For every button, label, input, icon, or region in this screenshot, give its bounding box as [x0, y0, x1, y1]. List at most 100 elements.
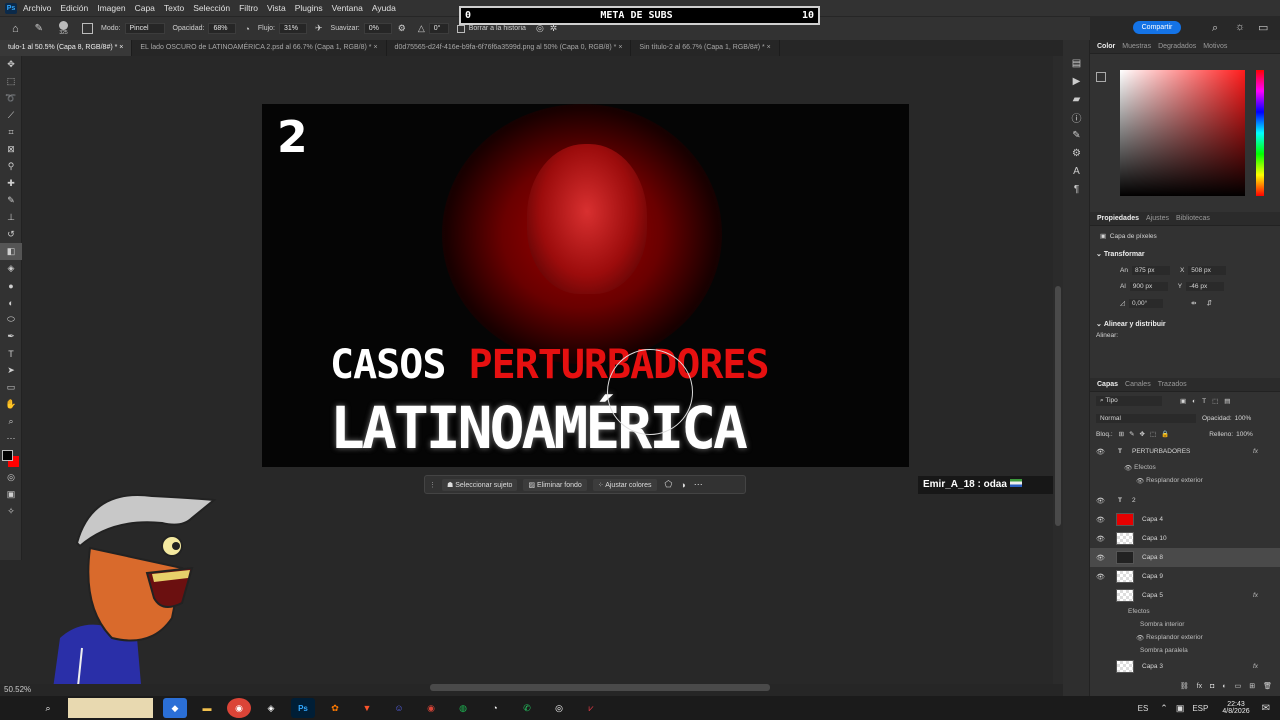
smoothing-input[interactable]: 0% — [363, 23, 392, 34]
search-taskbar-icon[interactable]: ⌕ — [36, 698, 60, 718]
height-input[interactable]: 900 px — [1129, 281, 1168, 291]
tab-adjustments[interactable]: Ajustes — [1146, 215, 1169, 222]
filter-shape-icon[interactable]: ⬚ — [1212, 397, 1218, 405]
layer-row[interactable]: 👁 T 2 — [1090, 491, 1280, 510]
opacity-input[interactable]: 68% — [208, 23, 237, 34]
chrome-profile-icon[interactable]: ◉ — [419, 698, 443, 718]
layer-kind-select[interactable]: ⌕ Tipo — [1096, 396, 1162, 406]
more-options-icon[interactable]: ⋯ — [694, 479, 703, 490]
adjust-colors-button[interactable]: ⁘ Ajustar colores — [592, 478, 657, 491]
align-section[interactable]: ⌄ Alinear y distribuir — [1090, 316, 1280, 332]
fill-input[interactable]: 100% — [1236, 431, 1253, 438]
generative-icon[interactable]: ✧ — [0, 503, 22, 520]
spotify-icon[interactable]: ◍ — [451, 698, 475, 718]
adjustment-layer-icon[interactable]: ◐ — [1222, 683, 1226, 690]
visibility-eye-icon[interactable]: 👁 — [1096, 535, 1108, 543]
close-icon[interactable]: × — [618, 44, 622, 51]
visibility-off-box[interactable]: ▫ — [1096, 592, 1108, 599]
stamp-tool-icon[interactable]: ⊥ — [0, 209, 22, 226]
effect-row[interactable]: Sombra paralela — [1090, 644, 1280, 657]
mode-select[interactable]: Pincel — [124, 23, 165, 34]
zoom-tool-icon[interactable]: ⌕ — [0, 413, 22, 430]
y-input[interactable]: -46 px — [1186, 281, 1225, 291]
lock-all-icon[interactable]: 🔒 — [1161, 430, 1169, 438]
tab-document-1[interactable]: tulo-1 al 50.5% (Capa 8, RGB/8#) * × — [0, 40, 133, 56]
menu-texto[interactable]: Texto — [164, 3, 184, 13]
blend-mode-select[interactable]: Normal — [1096, 413, 1196, 423]
effect-row[interactable]: Sombra interior — [1090, 618, 1280, 631]
actions-panel-icon[interactable]: ▶ — [1063, 72, 1090, 90]
menu-ayuda[interactable]: Ayuda — [372, 3, 396, 13]
tab-gradients[interactable]: Degradados — [1158, 43, 1196, 50]
keyboard-layout[interactable]: ESP — [1192, 704, 1208, 713]
healing-tool-icon[interactable]: ✚ — [0, 175, 22, 192]
frame-tool-icon[interactable]: ⊠ — [0, 141, 22, 158]
menu-filtro[interactable]: Filtro — [239, 3, 258, 13]
tab-libraries[interactable]: Bibliotecas — [1176, 215, 1210, 222]
vertical-scrollbar[interactable] — [1053, 56, 1063, 684]
copilot-icon[interactable]: ◆ — [163, 698, 187, 718]
color-picker-field[interactable] — [1120, 70, 1245, 196]
close-icon[interactable]: × — [119, 44, 123, 51]
type-tool-icon[interactable]: T — [0, 345, 22, 362]
marquee-tool-icon[interactable]: ⬚ — [0, 73, 22, 90]
layer-row[interactable]: 👁 Capa 4 — [1090, 510, 1280, 529]
lasso-tool-icon[interactable]: ➰ — [0, 90, 22, 107]
layer-row[interactable]: ▫ Capa 3 fx — [1090, 657, 1280, 676]
filter-pixel-icon[interactable]: ▣ — [1180, 397, 1186, 405]
chrome-icon[interactable]: ◉ — [227, 698, 251, 718]
search-highlight-image[interactable] — [68, 698, 153, 718]
brushes-panel-icon[interactable]: ✎ — [1063, 126, 1090, 144]
visibility-eye-icon[interactable]: 👁 — [1096, 516, 1108, 524]
tab-document-4[interactable]: Sin título-2 al 66.7% (Capa 1, RGB/8#) *… — [631, 40, 780, 56]
lock-artboard-icon[interactable]: ⬚ — [1150, 430, 1156, 438]
lightbulb-icon[interactable]: ☼ — [1235, 21, 1245, 33]
eye-small-icon[interactable]: 👁 — [1136, 477, 1144, 485]
visibility-eye-icon[interactable]: 👁 — [1096, 497, 1108, 505]
paragraph-panel-icon[interactable]: ¶ — [1063, 180, 1090, 198]
angle-input[interactable]: 0° — [428, 23, 449, 34]
effect-row[interactable]: Efectos — [1090, 605, 1280, 618]
fx-icon[interactable]: fx — [1197, 683, 1202, 690]
filter-adjust-icon[interactable]: ◐ — [1192, 398, 1196, 405]
steam-icon[interactable]: ◔ — [483, 698, 507, 718]
width-input[interactable]: 875 px — [1131, 265, 1170, 275]
filter-smart-icon[interactable]: ▤ — [1224, 397, 1230, 405]
discord-icon[interactable]: ☺ — [387, 698, 411, 718]
adjustment-icon[interactable]: ◑ — [680, 480, 685, 490]
tab-properties[interactable]: Propiedades — [1097, 215, 1139, 222]
menu-vista[interactable]: Vista — [267, 3, 286, 13]
group-icon[interactable]: ▭ — [1235, 682, 1242, 690]
rectangle-tool-icon[interactable]: ▭ — [0, 379, 22, 396]
layer-row[interactable]: 👁 T PERTURBADORES fx — [1090, 442, 1280, 461]
select-subject-button[interactable]: ☗ Seleccionar sujeto — [442, 478, 518, 491]
share-button[interactable]: Compartir — [1133, 21, 1181, 34]
layer-row[interactable]: 👁 Capa 9 — [1090, 567, 1280, 586]
lock-pixels-icon[interactable]: ⊞ — [1119, 430, 1124, 438]
horizontal-scroll-thumb[interactable] — [430, 684, 770, 691]
angle-input[interactable]: 0,00° — [1129, 298, 1163, 308]
pressure-opacity-icon[interactable]: ◔ — [244, 24, 249, 34]
more-tools-icon[interactable]: ⋯ — [0, 430, 22, 447]
hand-tool-icon[interactable]: ✋ — [0, 396, 22, 413]
menu-imagen[interactable]: Imagen — [97, 3, 125, 13]
path-select-tool-icon[interactable]: ➤ — [0, 362, 22, 379]
color-swatches[interactable] — [0, 447, 21, 469]
move-tool-icon[interactable]: ✥ — [0, 56, 22, 73]
quick-mask-icon[interactable]: ◎ — [0, 469, 22, 486]
mask-icon[interactable]: ◘ — [1210, 683, 1214, 690]
language-indicator[interactable]: ES — [1138, 704, 1149, 713]
brush-tool-icon[interactable]: ✎ — [0, 192, 22, 209]
valorant-icon[interactable]: ⩗ — [579, 698, 603, 718]
eye-small-icon[interactable]: 👁 — [1136, 634, 1144, 642]
zoom-level[interactable]: 50.52% — [4, 685, 31, 694]
effect-row[interactable]: 👁 Resplandor exterior — [1090, 474, 1280, 487]
foreground-color-swatch[interactable] — [2, 450, 13, 461]
new-layer-icon[interactable]: ⊞ — [1249, 682, 1255, 690]
brush-settings-icon[interactable] — [82, 23, 94, 34]
info-panel-icon[interactable]: ⓘ — [1063, 108, 1090, 126]
app-icon[interactable]: ◈ — [259, 698, 283, 718]
document-canvas[interactable]: 2 CASOS PERTURBADORES LATINOAMÉRICA — [262, 104, 909, 467]
layer-row[interactable]: ▫ Capa 5 fx — [1090, 586, 1280, 605]
close-icon[interactable]: × — [373, 44, 377, 51]
